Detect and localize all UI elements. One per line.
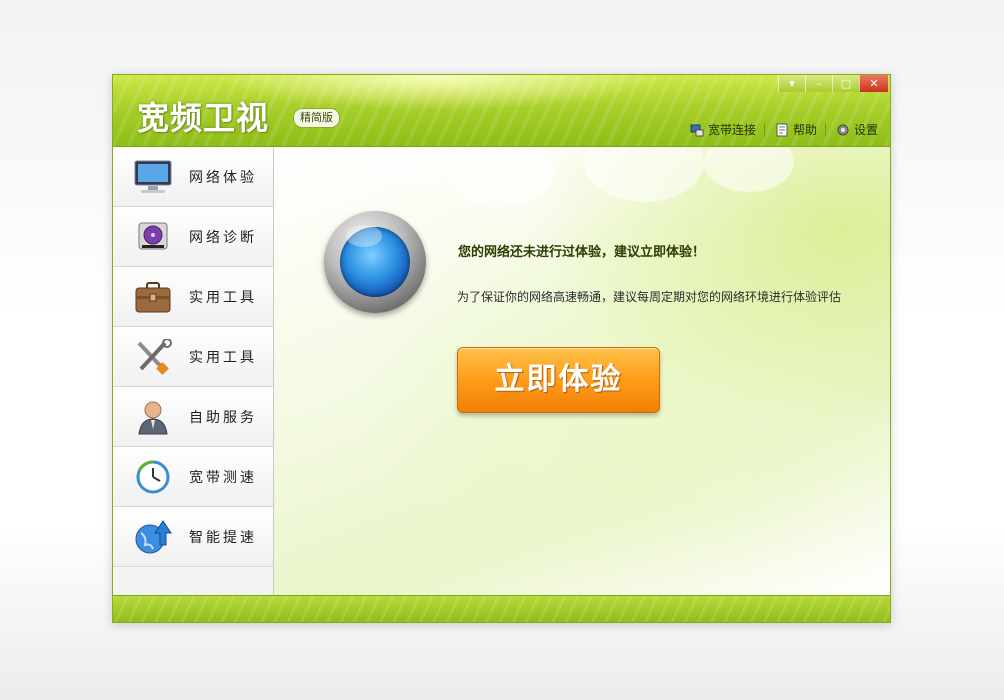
user-service-icon — [131, 397, 175, 437]
window-controls: ▾ – □ ✕ — [778, 75, 888, 93]
status-headline: 您的网络还未进行过体验，建议立即体验！ — [458, 245, 706, 260]
status-description: 为了保证你的网络高速畅通，建议每周定期对您的网络环境进行体验评估 — [457, 290, 842, 304]
sidebar-item-network-experience[interactable]: 网络体验 — [113, 147, 273, 207]
monitor-icon — [131, 157, 175, 197]
status-bar — [113, 595, 890, 622]
disk-diagnosis-icon — [131, 217, 175, 257]
globe-glare — [346, 225, 382, 247]
title-bar: 宽频卫视 精简版 ▾ – □ ✕ 宽带连接 帮助 设置 — [113, 75, 890, 147]
tools-icon — [131, 337, 175, 377]
sidebar-item-speed-test[interactable]: 宽带测速 — [113, 447, 273, 507]
globe-up-arrow-icon — [131, 517, 175, 557]
help-document-icon — [776, 123, 788, 136]
sidebar-item-tools[interactable]: 实用工具 — [113, 327, 273, 387]
clock-speed-icon — [131, 457, 175, 497]
sidebar: 网络体验 网络诊断 实用工具 实用工具 自助服务 宽带测速 智能提速 — [113, 147, 274, 596]
minimize-button[interactable]: – — [805, 75, 832, 92]
broadband-connection-link[interactable]: 宽带连接 — [690, 121, 756, 138]
menu-dropdown-button[interactable]: ▾ — [778, 75, 805, 92]
sidebar-item-utilities[interactable]: 实用工具 — [113, 267, 273, 327]
sidebar-item-label: 宽带测速 — [189, 469, 257, 486]
settings-label: 设置 — [853, 123, 878, 137]
decor-bubble — [444, 147, 554, 207]
sidebar-item-label: 网络诊断 — [189, 229, 257, 246]
decor-bubble — [704, 147, 794, 192]
divider — [763, 122, 765, 137]
sidebar-item-label: 实用工具 — [189, 349, 257, 366]
app-logo-title: 宽频卫视 — [137, 99, 270, 137]
app-window: 宽频卫视 精简版 ▾ – □ ✕ 宽带连接 帮助 设置 网络体验 网络诊断 实用… — [112, 74, 891, 623]
decor-bubble — [364, 147, 454, 187]
maximize-button[interactable]: □ — [832, 75, 859, 92]
divider — [824, 122, 826, 137]
sidebar-item-label: 自助服务 — [189, 409, 257, 426]
help-label: 帮助 — [792, 123, 817, 137]
start-experience-button[interactable]: 立即体验 — [457, 347, 660, 413]
sidebar-item-label: 智能提速 — [189, 529, 257, 546]
main-content: 您的网络还未进行过体验，建议立即体验！ 为了保证你的网络高速畅通，建议每周定期对… — [274, 147, 890, 596]
broadband-connection-label: 宽带连接 — [707, 123, 756, 137]
decor-bubble — [584, 147, 704, 202]
close-button[interactable]: ✕ — [859, 75, 888, 92]
sidebar-item-smart-boost[interactable]: 智能提速 — [113, 507, 273, 567]
network-globe-icon — [324, 211, 426, 313]
sidebar-item-self-service[interactable]: 自助服务 — [113, 387, 273, 447]
network-connection-icon — [690, 124, 704, 136]
settings-link[interactable]: 设置 — [836, 121, 878, 138]
edition-badge: 精简版 — [293, 108, 340, 128]
gear-icon — [837, 124, 849, 135]
sidebar-item-label: 网络体验 — [189, 169, 257, 186]
briefcase-icon — [131, 277, 175, 317]
help-link[interactable]: 帮助 — [775, 121, 817, 138]
sidebar-item-label: 实用工具 — [189, 289, 257, 306]
sidebar-item-network-diagnosis[interactable]: 网络诊断 — [113, 207, 273, 267]
top-links: 宽带连接 帮助 设置 — [684, 121, 878, 138]
